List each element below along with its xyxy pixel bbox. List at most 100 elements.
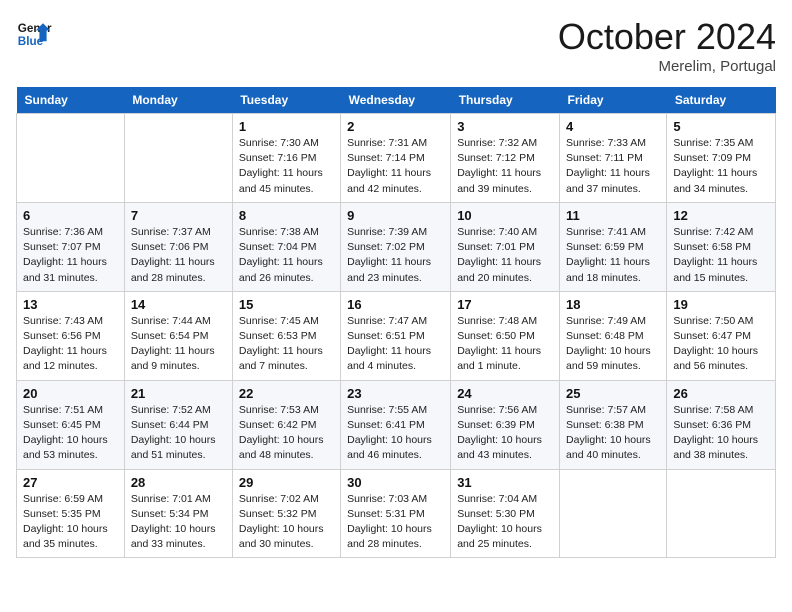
- day-cell: 13Sunrise: 7:43 AMSunset: 6:56 PMDayligh…: [17, 291, 125, 380]
- day-number: 14: [131, 297, 226, 312]
- day-info: Sunrise: 7:57 AMSunset: 6:38 PMDaylight:…: [566, 403, 660, 464]
- day-number: 16: [347, 297, 444, 312]
- day-cell: 15 Sunrise: 7:45 AMSunset: 6:53 PMDayligh…: [232, 291, 340, 380]
- day-cell: 31 Sunrise: 7:04 AMSunset: 5:30 PMDayligh…: [451, 469, 560, 558]
- day-cell: 5Sunrise: 7:35 AMSunset: 7:09 PMDaylight…: [667, 114, 776, 203]
- day-info: Sunrise: 7:38 AMSunset: 7:04 PMDaylight:…: [239, 225, 334, 286]
- day-cell: 16 Sunrise: 7:47 AMSunset: 6:51 PMDayligh…: [341, 291, 451, 380]
- day-number: 17: [457, 297, 553, 312]
- day-info: Sunrise: 7:31 AMSunset: 7:14 PMDaylight:…: [347, 136, 444, 197]
- weekday-header-wednesday: Wednesday: [341, 87, 451, 114]
- day-cell: 10 Sunrise: 7:40 AMSunset: 7:01 PMDayligh…: [451, 202, 560, 291]
- day-cell: 2 Sunrise: 7:31 AMSunset: 7:14 PMDaylight…: [341, 114, 451, 203]
- day-number: 4: [566, 119, 660, 134]
- day-number: 8: [239, 208, 334, 223]
- day-cell: [17, 114, 125, 203]
- day-info: Sunrise: 7:33 AMSunset: 7:11 PMDaylight:…: [566, 136, 660, 197]
- day-number: 10: [457, 208, 553, 223]
- day-number: 3: [457, 119, 553, 134]
- day-cell: 30 Sunrise: 7:03 AMSunset: 5:31 PMDayligh…: [341, 469, 451, 558]
- week-row-1: 1Sunrise: 7:30 AMSunset: 7:16 PMDaylight…: [17, 114, 776, 203]
- day-cell: 7Sunrise: 7:37 AMSunset: 7:06 PMDaylight…: [124, 202, 232, 291]
- day-number: 15: [239, 297, 334, 312]
- day-number: 28: [131, 475, 226, 490]
- title-area: October 2024 Merelim, Portugal: [558, 16, 776, 75]
- day-cell: 14 Sunrise: 7:44 AMSunset: 6:54 PMDayligh…: [124, 291, 232, 380]
- day-info: Sunrise: 7:48 AMSunset: 6:50 PMDaylight:…: [457, 314, 553, 375]
- day-cell: 25 Sunrise: 7:57 AMSunset: 6:38 PMDayligh…: [560, 380, 667, 469]
- day-info: Sunrise: 7:51 AMSunset: 6:45 PMDaylight:…: [23, 403, 118, 464]
- day-number: 22: [239, 386, 334, 401]
- day-cell: [124, 114, 232, 203]
- day-number: 9: [347, 208, 444, 223]
- day-number: 11: [566, 208, 660, 223]
- weekday-header-tuesday: Tuesday: [232, 87, 340, 114]
- day-cell: 29 Sunrise: 7:02 AMSunset: 5:32 PMDayligh…: [232, 469, 340, 558]
- day-info: Sunrise: 7:03 AMSunset: 5:31 PMDaylight:…: [347, 492, 444, 553]
- week-row-4: 20 Sunrise: 7:51 AMSunset: 6:45 PMDayligh…: [17, 380, 776, 469]
- day-cell: [667, 469, 776, 558]
- day-cell: [560, 469, 667, 558]
- day-number: 29: [239, 475, 334, 490]
- weekday-header-thursday: Thursday: [451, 87, 560, 114]
- day-cell: 6Sunrise: 7:36 AMSunset: 7:07 PMDaylight…: [17, 202, 125, 291]
- weekday-header-saturday: Saturday: [667, 87, 776, 114]
- day-info: Sunrise: 7:41 AMSunset: 6:59 PMDaylight:…: [566, 225, 660, 286]
- day-number: 2: [347, 119, 444, 134]
- day-cell: 28 Sunrise: 7:01 AMSunset: 5:34 PMDayligh…: [124, 469, 232, 558]
- day-cell: 24 Sunrise: 7:56 AMSunset: 6:39 PMDayligh…: [451, 380, 560, 469]
- logo: General Blue: [16, 16, 52, 52]
- day-number: 19: [673, 297, 769, 312]
- day-number: 18: [566, 297, 660, 312]
- day-info: Sunrise: 7:50 AMSunset: 6:47 PMDaylight:…: [673, 314, 769, 375]
- day-info: Sunrise: 7:02 AMSunset: 5:32 PMDaylight:…: [239, 492, 334, 553]
- day-cell: 22 Sunrise: 7:53 AMSunset: 6:42 PMDayligh…: [232, 380, 340, 469]
- day-info: Sunrise: 7:56 AMSunset: 6:39 PMDaylight:…: [457, 403, 553, 464]
- logo-icon: General Blue: [16, 16, 52, 52]
- day-cell: 9 Sunrise: 7:39 AMSunset: 7:02 PMDaylight…: [341, 202, 451, 291]
- day-number: 26: [673, 386, 769, 401]
- day-info: Sunrise: 7:44 AMSunset: 6:54 PMDaylight:…: [131, 314, 226, 375]
- day-info: Sunrise: 7:04 AMSunset: 5:30 PMDaylight:…: [457, 492, 553, 553]
- day-cell: 3Sunrise: 7:32 AMSunset: 7:12 PMDaylight…: [451, 114, 560, 203]
- calendar-table: SundayMondayTuesdayWednesdayThursdayFrid…: [16, 87, 776, 558]
- day-info: Sunrise: 7:40 AMSunset: 7:01 PMDaylight:…: [457, 225, 553, 286]
- day-info: Sunrise: 7:47 AMSunset: 6:51 PMDaylight:…: [347, 314, 444, 375]
- day-info: Sunrise: 7:39 AMSunset: 7:02 PMDaylight:…: [347, 225, 444, 286]
- day-cell: 27 Sunrise: 6:59 AMSunset: 5:35 PMDayligh…: [17, 469, 125, 558]
- day-number: 23: [347, 386, 444, 401]
- week-row-5: 27 Sunrise: 6:59 AMSunset: 5:35 PMDayligh…: [17, 469, 776, 558]
- day-info: Sunrise: 7:42 AMSunset: 6:58 PMDaylight:…: [673, 225, 769, 286]
- day-number: 24: [457, 386, 553, 401]
- day-cell: 19 Sunrise: 7:50 AMSunset: 6:47 PMDayligh…: [667, 291, 776, 380]
- day-info: Sunrise: 7:58 AMSunset: 6:36 PMDaylight:…: [673, 403, 769, 464]
- day-info: Sunrise: 7:52 AMSunset: 6:44 PMDaylight:…: [131, 403, 226, 464]
- day-number: 21: [131, 386, 226, 401]
- day-cell: 26 Sunrise: 7:58 AMSunset: 6:36 PMDayligh…: [667, 380, 776, 469]
- day-info: Sunrise: 7:45 AMSunset: 6:53 PMDaylight:…: [239, 314, 334, 375]
- week-row-3: 13Sunrise: 7:43 AMSunset: 6:56 PMDayligh…: [17, 291, 776, 380]
- day-number: 6: [23, 208, 118, 223]
- day-number: 1: [239, 119, 334, 134]
- header: General Blue October 2024 Merelim, Portu…: [16, 16, 776, 75]
- day-number: 25: [566, 386, 660, 401]
- weekday-header-row: SundayMondayTuesdayWednesdayThursdayFrid…: [17, 87, 776, 114]
- weekday-header-sunday: Sunday: [17, 87, 125, 114]
- day-cell: 12Sunrise: 7:42 AMSunset: 6:58 PMDayligh…: [667, 202, 776, 291]
- day-number: 31: [457, 475, 553, 490]
- week-row-2: 6Sunrise: 7:36 AMSunset: 7:07 PMDaylight…: [17, 202, 776, 291]
- day-number: 20: [23, 386, 118, 401]
- weekday-header-friday: Friday: [560, 87, 667, 114]
- day-number: 27: [23, 475, 118, 490]
- day-cell: 21 Sunrise: 7:52 AMSunset: 6:44 PMDayligh…: [124, 380, 232, 469]
- day-info: Sunrise: 6:59 AMSunset: 5:35 PMDaylight:…: [23, 492, 118, 553]
- day-info: Sunrise: 7:43 AMSunset: 6:56 PMDaylight:…: [23, 314, 118, 375]
- day-cell: 20 Sunrise: 7:51 AMSunset: 6:45 PMDayligh…: [17, 380, 125, 469]
- day-number: 7: [131, 208, 226, 223]
- day-cell: 8 Sunrise: 7:38 AMSunset: 7:04 PMDaylight…: [232, 202, 340, 291]
- day-number: 30: [347, 475, 444, 490]
- day-cell: 18Sunrise: 7:49 AMSunset: 6:48 PMDayligh…: [560, 291, 667, 380]
- day-info: Sunrise: 7:53 AMSunset: 6:42 PMDaylight:…: [239, 403, 334, 464]
- day-info: Sunrise: 7:01 AMSunset: 5:34 PMDaylight:…: [131, 492, 226, 553]
- day-info: Sunrise: 7:55 AMSunset: 6:41 PMDaylight:…: [347, 403, 444, 464]
